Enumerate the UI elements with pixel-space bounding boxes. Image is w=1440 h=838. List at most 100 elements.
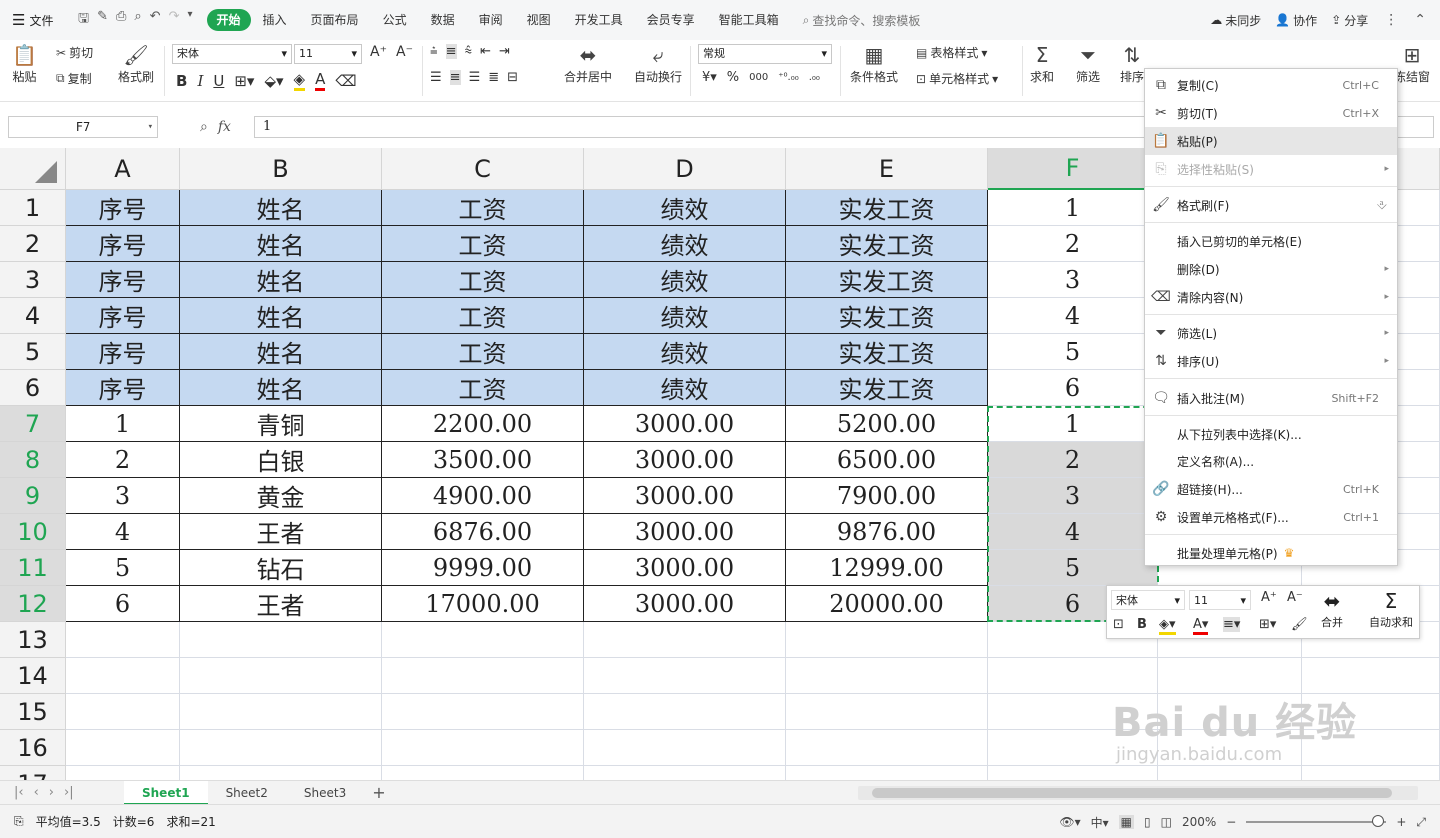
cell-A4[interactable]: 序号 (66, 298, 180, 334)
mini-size-select[interactable]: 11 ▾ (1189, 590, 1251, 610)
paint-icon[interactable]: ✎ (97, 9, 108, 31)
border-icon[interactable]: ⊞▾ (234, 72, 254, 90)
chevron-down-icon[interactable]: ▾ (187, 9, 192, 31)
cell-C11[interactable]: 9999.00 (382, 550, 584, 586)
cell-A17[interactable] (66, 766, 180, 780)
cell-F1[interactable]: 1 (988, 190, 1158, 226)
decimal-decrease-icon[interactable]: .₀₀ (809, 72, 820, 83)
column-header-e[interactable]: E (786, 148, 988, 190)
cell-C16[interactable] (382, 730, 584, 766)
cell-C1[interactable]: 工资 (382, 190, 584, 226)
tab-data[interactable]: 数据 (419, 9, 467, 31)
menu-cut[interactable]: ✂ 剪切(T) Ctrl+X (1145, 99, 1397, 127)
cell-B7[interactable]: 青铜 (180, 406, 382, 442)
mini-merge-button[interactable]: ⬌ 合并 (1321, 588, 1343, 630)
cell-E9[interactable]: 7900.00 (786, 478, 988, 514)
page-view-icon[interactable]: ▯ (1144, 815, 1151, 829)
collapse-ribbon-icon[interactable]: ⌃ (1414, 12, 1426, 28)
column-header-a[interactable]: A (66, 148, 180, 190)
cell-E15[interactable] (786, 694, 988, 730)
menu-format-painter[interactable]: 🖌 格式刷(F) ⎀ (1145, 191, 1397, 219)
first-sheet-icon[interactable]: |‹ (14, 785, 24, 800)
cell-F8[interactable]: 2 (988, 442, 1158, 478)
cell-E12[interactable]: 20000.00 (786, 586, 988, 622)
menu-clear[interactable]: ⌫ 清除内容(N) ▸ (1145, 283, 1397, 311)
cell-B17[interactable] (180, 766, 382, 780)
cell-C15[interactable] (382, 694, 584, 730)
cell-F17[interactable] (988, 766, 1158, 780)
cell-D5[interactable]: 绩效 (584, 334, 786, 370)
table-style-button[interactable]: ▤ 表格样式 ▾ (916, 44, 987, 61)
menu-sort[interactable]: ⇅ 排序(U) ▸ (1145, 347, 1397, 375)
wrap-text-button[interactable]: ⤶ 自动换行 (634, 42, 682, 85)
mini-font-select[interactable]: 宋体 ▾ (1111, 590, 1185, 610)
menu-hyperlink[interactable]: 🔗 超链接(H)... Ctrl+K (1145, 475, 1397, 503)
filter-button[interactable]: ⏷ 筛选 (1076, 42, 1100, 85)
menu-filter[interactable]: ⏷ 筛选(L) ▸ (1145, 319, 1397, 347)
cell-D10[interactable]: 3000.00 (584, 514, 786, 550)
row-header-9[interactable]: 9 (0, 478, 66, 514)
cell-D13[interactable] (584, 622, 786, 658)
cell-E1[interactable]: 实发工资 (786, 190, 988, 226)
cell-X16[interactable] (1158, 730, 1302, 766)
prev-sheet-icon[interactable]: ‹ (34, 785, 39, 800)
align-center-icon[interactable]: ≡ (449, 70, 461, 85)
align-bottom-icon[interactable]: ⩯ (465, 44, 473, 59)
zoom-icon[interactable]: ⌕ (200, 119, 208, 135)
indent-increase-icon[interactable]: ⇥ (499, 44, 510, 59)
add-sheet-icon[interactable]: + (372, 783, 385, 802)
row-header-6[interactable]: 6 (0, 370, 66, 406)
print-preview-icon[interactable]: ⌕ (134, 9, 141, 31)
cell-C2[interactable]: 工资 (382, 226, 584, 262)
menu-comment[interactable]: 🗨 插入批注(M) Shift+F2 (1145, 384, 1397, 412)
cell-mode-icon[interactable]: ⎘ (14, 814, 24, 829)
cell-B11[interactable]: 钻石 (180, 550, 382, 586)
sum-button[interactable]: Σ 求和 (1030, 42, 1054, 85)
sheet-tab-2[interactable]: Sheet2 (208, 781, 286, 805)
conditional-format-button[interactable]: ▦ 条件格式 (850, 42, 898, 85)
cell-F11[interactable]: 5 (988, 550, 1158, 586)
currency-icon[interactable]: ¥▾ (702, 70, 717, 85)
zoom-out-icon[interactable]: − (1226, 815, 1236, 829)
cell-X15[interactable] (1302, 694, 1440, 730)
cell-E5[interactable]: 实发工资 (786, 334, 988, 370)
select-all-corner[interactable] (0, 148, 66, 190)
cell-A15[interactable] (66, 694, 180, 730)
italic-icon[interactable]: I (197, 72, 203, 90)
merge-center-button[interactable]: ⬌ 合并居中 (564, 42, 612, 85)
mini-align-icon[interactable]: ≡▾ (1223, 617, 1241, 632)
cell-F9[interactable]: 3 (988, 478, 1158, 514)
bold-icon[interactable]: B (176, 72, 187, 90)
cell-C10[interactable]: 6876.00 (382, 514, 584, 550)
cell-F4[interactable]: 4 (988, 298, 1158, 334)
cell-X15[interactable] (1158, 694, 1302, 730)
save-icon[interactable]: 🖫 (78, 9, 89, 31)
mini-border-icon[interactable]: ⊞▾ (1259, 617, 1276, 632)
last-sheet-icon[interactable]: ›| (64, 785, 74, 800)
cell-C5[interactable]: 工资 (382, 334, 584, 370)
cell-A1[interactable]: 序号 (66, 190, 180, 226)
cell-F6[interactable]: 6 (988, 370, 1158, 406)
cut-button[interactable]: ✂ 剪切 (56, 44, 93, 61)
column-header-b[interactable]: B (180, 148, 382, 190)
row-header-10[interactable]: 10 (0, 514, 66, 550)
mini-font-color-icon[interactable]: A▾ (1193, 617, 1209, 635)
row-header-15[interactable]: 15 (0, 694, 66, 730)
cell-C8[interactable]: 3500.00 (382, 442, 584, 478)
mini-font-grow-button[interactable]: A⁺ (1261, 590, 1277, 605)
cell-D8[interactable]: 3000.00 (584, 442, 786, 478)
cell-F14[interactable] (988, 658, 1158, 694)
cell-A6[interactable]: 序号 (66, 370, 180, 406)
cell-B12[interactable]: 王者 (180, 586, 382, 622)
row-header-2[interactable]: 2 (0, 226, 66, 262)
cell-A3[interactable]: 序号 (66, 262, 180, 298)
cell-B9[interactable]: 黄金 (180, 478, 382, 514)
cell-B16[interactable] (180, 730, 382, 766)
cell-C3[interactable]: 工资 (382, 262, 584, 298)
cell-B4[interactable]: 姓名 (180, 298, 382, 334)
cell-D9[interactable]: 3000.00 (584, 478, 786, 514)
cell-A2[interactable]: 序号 (66, 226, 180, 262)
tab-home[interactable]: 开始 (206, 9, 251, 31)
cell-C13[interactable] (382, 622, 584, 658)
tab-member[interactable]: 会员专享 (635, 9, 707, 31)
